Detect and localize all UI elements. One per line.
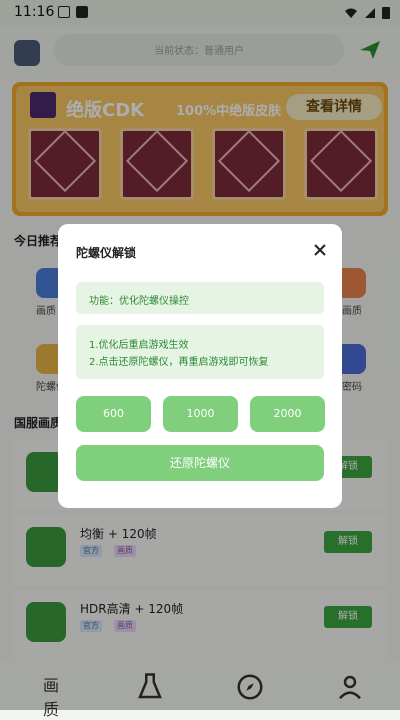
dialog-title: 陀螺仪解锁 <box>76 246 137 260</box>
step-1: 1.优化后重启游戏生效 <box>89 340 189 351</box>
step-2: 2.点击还原陀螺仪，再重启游戏即可恢复 <box>89 357 269 368</box>
function-info-box: 功能：优化陀螺仪操控 <box>76 282 324 314</box>
gyroscope-unlock-dialog: 陀螺仪解锁 功能：优化陀螺仪操控 1.优化后重启游戏生效 2.点击还原陀螺仪，再… <box>58 224 342 508</box>
function-text: 功能：优化陀螺仪操控 <box>89 296 189 307</box>
option-1000-button[interactable]: 1000 <box>163 396 238 432</box>
close-icon[interactable] <box>310 240 330 260</box>
steps-box: 1.优化后重启游戏生效 2.点击还原陀螺仪，再重启游戏即可恢复 <box>76 325 324 379</box>
option-2000-button[interactable]: 2000 <box>250 396 325 432</box>
restore-gyroscope-button[interactable]: 还原陀螺仪 <box>76 445 324 481</box>
option-600-button[interactable]: 600 <box>76 396 151 432</box>
